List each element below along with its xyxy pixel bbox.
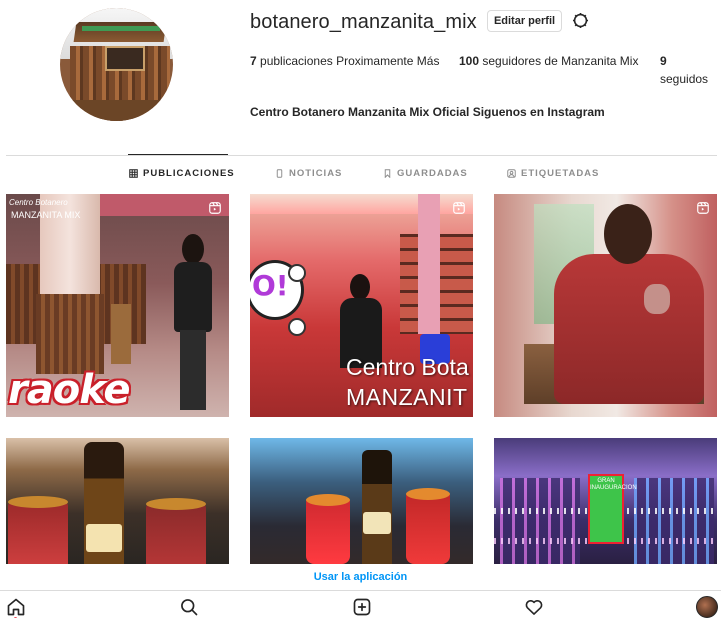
karaoke-overlay-text: raoke [8,367,131,413]
followers-count[interactable]: 100 seguidores de Manzanita Mix [459,52,649,70]
avatar-bar-image [60,8,173,121]
following-count[interactable]: 9 seguidos [660,52,720,88]
reel-icon [453,202,465,214]
posts-count: 7 publicaciones Proximamente Más [250,52,445,70]
use-app-banner: Usar la aplicación [0,564,721,590]
grid-icon [129,169,138,178]
active-tab-indicator [128,154,228,155]
following-count-label: seguidos [660,72,709,86]
profile-avatar-nav[interactable] [696,596,718,618]
post-overlay-line2: MANZANIT [346,384,468,410]
tab-saved-label: GUARDADAS [397,168,468,179]
following-count-number: 9 [660,54,667,68]
username: botanero_manzanita_mix [250,11,477,33]
posts-count-number: 7 [250,54,257,68]
followers-count-number: 100 [459,54,480,68]
edit-profile-button[interactable]: Editar perfil [487,10,562,32]
post-logo-line1: Centro Botanero [9,198,68,207]
tab-tagged[interactable]: ETIQUETADAS [507,168,599,179]
post-tile-storefront[interactable]: GRAN INAUGURACION [494,438,717,564]
tag-icon [507,169,516,178]
posts-grid: Centro Botanero MANZANITA MIX raoke O! C… [0,194,721,564]
followers-count-label: seguidores de Manzanita Mix [482,54,639,68]
post-tile-drinks-2[interactable] [250,438,473,564]
post-tile-singer-red[interactable] [494,194,717,417]
search-icon[interactable] [179,597,199,617]
reel-icon [209,202,221,214]
heart-icon[interactable] [524,597,544,617]
settings-gear-icon[interactable] [571,11,590,30]
profile-bio: Centro Botanero Manzanita Mix Oficial Si… [250,105,605,119]
reel-icon [697,202,709,214]
post-tile-centro-botanero[interactable]: O! Centro Bota MANZANIT [250,194,473,417]
singer-figure [544,204,704,414]
tabs-divider [6,155,717,156]
tab-news-label: NOTICIAS [289,168,343,179]
new-post-icon[interactable] [352,597,372,617]
tv-icon [276,169,283,178]
post-overlay-line1: Centro Bota [346,354,469,380]
speech-bubble-text: O! [252,269,289,302]
tab-saved[interactable]: GUARDADAS [383,168,468,179]
tab-posts[interactable]: PUBLICACIONES [129,168,235,179]
tab-news[interactable]: NOTICIAS [275,168,342,179]
profile-header: botanero_manzanita_mix Editar perfil 7 p… [0,0,721,150]
bookmark-icon [384,169,391,178]
profile-tabs: PUBLICACIONES NOTICIAS GUARDADAS ETIQUET… [0,162,721,186]
singer-figure [168,234,218,414]
singer-figure [338,274,384,368]
posts-count-label: publicaciones Proximamente Más [260,54,440,68]
tab-posts-label: PUBLICACIONES [143,168,235,179]
inauguration-sign-text: GRAN INAUGURACION [590,478,637,491]
bottom-nav [0,590,721,618]
tab-tagged-label: ETIQUETADAS [521,168,600,179]
post-tile-karaoke[interactable]: Centro Botanero MANZANITA MIX raoke [6,194,229,417]
post-tile-drinks-1[interactable] [6,438,229,564]
post-logo-line2: MANZANITA MIX [11,210,81,220]
use-app-link[interactable]: Usar la aplicación [314,571,408,583]
home-icon[interactable] [6,597,26,617]
profile-avatar[interactable] [60,8,173,121]
